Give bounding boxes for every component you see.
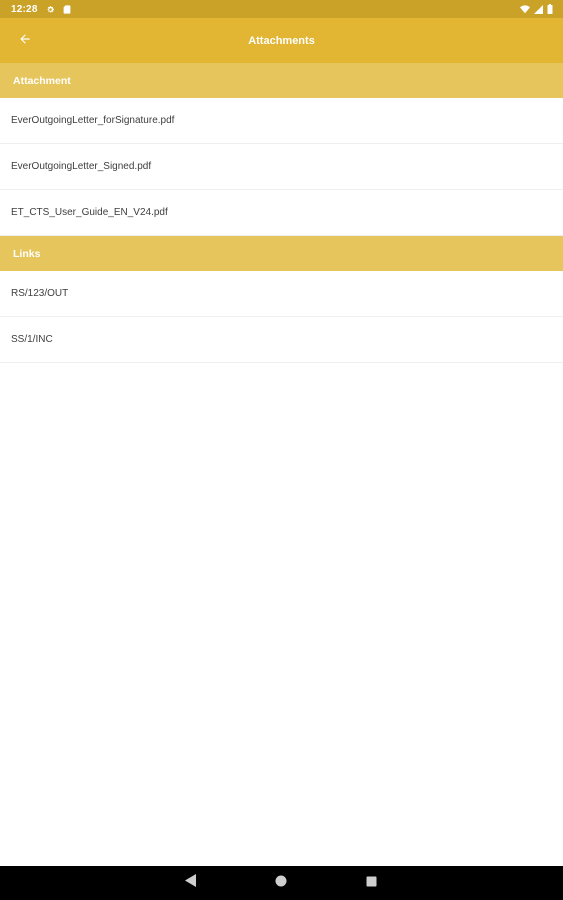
nav-recents-icon: [366, 874, 377, 892]
arrow-back-icon: [18, 32, 32, 51]
navigation-bar: [0, 866, 563, 900]
attachment-list: EverOutgoingLetter_forSignature.pdf Ever…: [0, 98, 563, 236]
link-item[interactable]: RS/123/OUT: [0, 271, 563, 317]
nav-home-button[interactable]: [273, 875, 289, 891]
screen: 12:28 Attachments Attachment EverOutgoin…: [0, 0, 563, 900]
nav-back-button[interactable]: [183, 874, 199, 892]
section-header-attachment: Attachment: [0, 63, 563, 98]
wifi-icon: [520, 4, 530, 14]
status-left: 12:28: [11, 4, 71, 15]
link-item[interactable]: SS/1/INC: [0, 317, 563, 363]
sd-card-icon: [63, 4, 71, 14]
nav-back-icon: [185, 874, 197, 892]
app-bar: Attachments: [0, 18, 563, 63]
gear-icon: [46, 5, 55, 14]
page-title: Attachments: [248, 34, 315, 47]
section-header-links: Links: [0, 236, 563, 271]
attachment-item[interactable]: ET_CTS_User_Guide_EN_V24.pdf: [0, 190, 563, 236]
status-bar: 12:28: [0, 0, 563, 18]
attachment-item[interactable]: EverOutgoingLetter_forSignature.pdf: [0, 98, 563, 144]
back-button[interactable]: [13, 29, 37, 53]
signal-icon: [534, 4, 543, 14]
battery-icon: [547, 4, 553, 14]
nav-home-icon: [275, 874, 287, 892]
links-list: RS/123/OUT SS/1/INC: [0, 271, 563, 363]
attachment-item[interactable]: EverOutgoingLetter_Signed.pdf: [0, 144, 563, 190]
nav-recents-button[interactable]: [363, 875, 379, 891]
status-time: 12:28: [11, 3, 38, 15]
status-right: [520, 4, 553, 14]
